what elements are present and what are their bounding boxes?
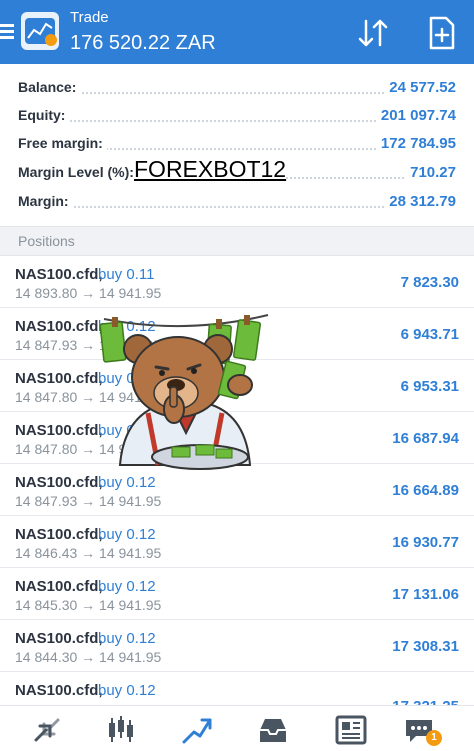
summary-value: 172 784.95 <box>376 135 456 152</box>
position-side: buy 0.11 <box>98 266 155 283</box>
summary-row-equity: Equity: 201 097.74 <box>0 102 474 130</box>
summary-label: Equity: <box>18 107 70 123</box>
page-title: Trade <box>70 9 109 26</box>
summary-label: Margin: <box>18 193 73 209</box>
position-symbol: NAS100.cfd, <box>15 422 103 439</box>
position-profit: 16 664.89 <box>392 482 459 499</box>
position-profit: 6 943.71 <box>400 326 459 343</box>
position-profit: 6 953.31 <box>400 378 459 395</box>
summary-value: 24 577.52 <box>385 79 456 96</box>
position-profit: 16 687.94 <box>392 430 459 447</box>
summary-value: 710.27 <box>406 164 456 181</box>
position-symbol: NAS100.cfd, <box>15 578 103 595</box>
position-row[interactable]: NAS100.cfd, buy 0.12 14 844.30 → 14 941.… <box>0 620 474 672</box>
position-profit: 16 930.77 <box>392 534 459 551</box>
position-row[interactable]: NAS100.cfd, buy 0.12 14 846.43 → 14 941.… <box>0 516 474 568</box>
app-header: Trade 176 520.22 ZAR <box>0 0 474 64</box>
position-row[interactable]: NAS100.cfd, buy 0.12 17 321.25 <box>0 672 474 715</box>
position-row[interactable]: NAS100.cfd, buy 0.12 14 845.30 → 14 941.… <box>0 568 474 620</box>
trade-icon[interactable] <box>180 714 214 746</box>
account-summary: Balance: 24 577.52 Equity: 201 097.74 Fr… <box>0 64 474 226</box>
position-profit: 17 131.06 <box>392 586 459 603</box>
summary-value: 28 312.79 <box>385 193 456 210</box>
summary-label: Margin Level (%): <box>18 164 138 180</box>
position-prices: 14 845.30 → 14 941.95 <box>15 597 162 613</box>
news-icon[interactable] <box>334 714 368 746</box>
summary-row-balance: Balance: 24 577.52 <box>0 74 474 102</box>
app-logo <box>21 12 59 50</box>
position-symbol: NAS100.cfd, <box>15 370 103 387</box>
summary-label: Free margin: <box>18 135 107 151</box>
chart-icon[interactable] <box>104 714 138 746</box>
position-row[interactable]: NAS100.cfd, buy 0.11 14 893.80 → 14 941.… <box>0 256 474 308</box>
new-order-icon[interactable] <box>427 16 457 50</box>
messages-badge: 1 <box>426 730 442 746</box>
position-prices: 14 846.43 → 14 941.95 <box>15 545 162 561</box>
position-profit: 17 308.31 <box>392 638 459 655</box>
position-side: buy 0.12 <box>98 682 156 699</box>
position-symbol: NAS100.cfd, <box>15 318 103 335</box>
summary-value: 201 097.74 <box>376 107 456 124</box>
sort-icon[interactable] <box>356 17 390 49</box>
position-side: buy 0.12 <box>98 578 156 595</box>
bear-money-sticker <box>99 305 272 485</box>
positions-title: Positions <box>18 233 75 249</box>
watermark-text: FOREXBOT12 <box>134 156 287 183</box>
position-symbol: NAS100.cfd, <box>15 266 103 283</box>
summary-row-margin: Margin: 28 312.79 <box>0 188 474 216</box>
header-balance: 176 520.22 ZAR <box>70 32 216 54</box>
position-symbol: NAS100.cfd, <box>15 474 103 491</box>
position-symbol: NAS100.cfd, <box>15 526 103 543</box>
position-prices: 14 893.80 → 14 941.95 <box>15 285 162 301</box>
position-prices: 14 844.30 → 14 941.95 <box>15 649 162 665</box>
position-prices: 14 847.93 → 14 941.95 <box>15 493 162 509</box>
position-symbol: NAS100.cfd, <box>15 682 103 699</box>
history-icon[interactable] <box>256 714 290 746</box>
summary-row-free-margin: Free margin: 172 784.95 <box>0 130 474 158</box>
bottom-nav <box>0 705 474 751</box>
summary-label: Balance: <box>18 79 81 95</box>
quotes-icon[interactable] <box>30 714 64 746</box>
position-profit: 7 823.30 <box>400 274 459 291</box>
menu-icon[interactable] <box>0 24 14 40</box>
position-symbol: NAS100.cfd, <box>15 630 103 647</box>
position-side: buy 0.12 <box>98 526 156 543</box>
positions-header: Positions <box>0 226 474 256</box>
position-side: buy 0.12 <box>98 630 156 647</box>
